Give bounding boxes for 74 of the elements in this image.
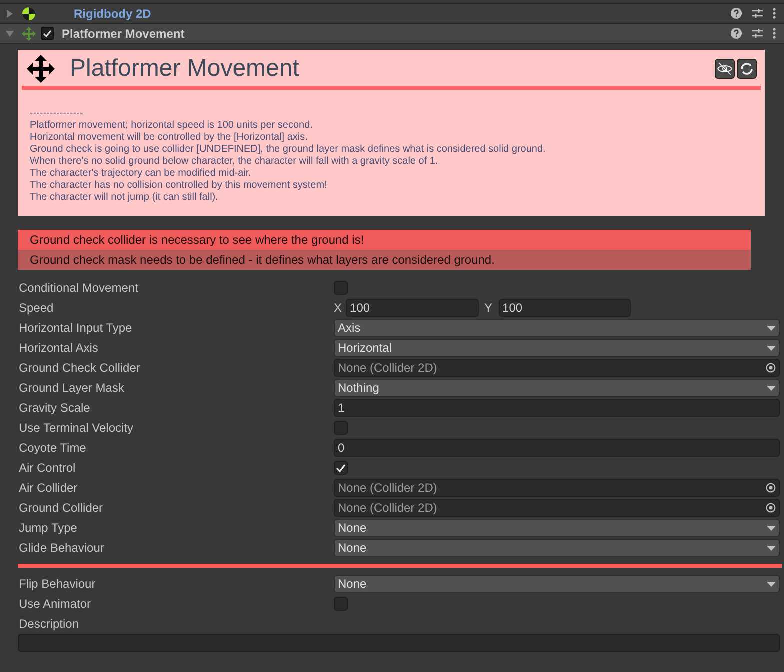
number-field[interactable]: 0: [334, 439, 780, 457]
dropdown-caret-icon: [767, 326, 776, 330]
object-field[interactable]: None (Collider 2D): [334, 479, 780, 497]
description-line: Ground check is going to use collider [UNDEFINED], the ground layer mask defines what is considered solid ground.: [30, 144, 547, 156]
object-field[interactable]: None (Collider 2D): [334, 499, 780, 517]
checkbox[interactable]: [334, 461, 348, 475]
crossed-eye-icon: [717, 62, 733, 76]
enable-checkbox[interactable]: [41, 27, 54, 40]
property-label: Horizontal Axis: [19, 340, 100, 357]
axis-label: Y: [484, 300, 493, 317]
dropdown[interactable]: None: [334, 539, 780, 557]
component-title: Platformer Movement: [62, 26, 185, 42]
property-label: Air Control: [19, 460, 77, 477]
description-line: The character will not jump (it can still fall).: [30, 192, 220, 204]
property-label: Air Collider: [19, 480, 79, 497]
more-options-icon[interactable]: [773, 28, 776, 39]
help-icon[interactable]: [731, 28, 742, 39]
component-header[interactable]: Platformer Movement: [0, 23, 784, 43]
description-line: When there's no solid ground below character, the character will fall with a gravity scale of 1.: [30, 156, 440, 168]
hide-button[interactable]: [715, 59, 735, 79]
object-picker-icon[interactable]: [766, 363, 776, 373]
property-label: Coyote Time: [19, 440, 88, 457]
description-line: ----------------: [30, 108, 84, 120]
description-line: Horizontal movement will be controlled by the [Horizontal] axis.: [30, 132, 309, 144]
refresh-button[interactable]: [737, 59, 757, 79]
property-label: Ground Check Collider: [19, 360, 142, 377]
collapsed-triangle-icon[interactable]: [6, 10, 14, 18]
axis-label: X: [334, 300, 342, 317]
description-line: The character has no collision controlled by this movement system!: [30, 180, 328, 192]
checkbox[interactable]: [334, 281, 348, 295]
number-field[interactable]: 100: [498, 299, 631, 317]
description-field[interactable]: [18, 634, 780, 652]
property-label: Speed: [19, 300, 55, 317]
dropdown[interactable]: Nothing: [334, 379, 780, 397]
object-field[interactable]: None (Collider 2D): [334, 359, 780, 377]
dropdown-caret-icon: [767, 386, 776, 390]
checkbox[interactable]: [334, 597, 348, 611]
property-label: Horizontal Input Type: [19, 320, 134, 337]
description-line: Platformer movement; horizontal speed is 100 units per second.: [30, 120, 314, 132]
property-label: Glide Behaviour: [19, 540, 106, 557]
more-options-icon[interactable]: [773, 8, 776, 19]
property-label: Description: [19, 616, 80, 633]
dropdown[interactable]: None: [334, 519, 780, 537]
error-message: Ground check collider is necessary to see where the ground is!: [18, 230, 751, 250]
number-field[interactable]: 1: [334, 399, 780, 417]
help-icon[interactable]: [731, 8, 742, 19]
dropdown-caret-icon: [767, 346, 776, 350]
property-label: Use Animator: [19, 596, 92, 613]
dropdown[interactable]: Horizontal: [334, 339, 780, 357]
move-arrows-icon: [22, 26, 36, 40]
refresh-icon: [740, 62, 754, 76]
property-label: Flip Behaviour: [19, 576, 97, 593]
description-line: The character's trajectory can be modified mid-air.: [30, 168, 252, 180]
circle-quadrant-icon: [22, 6, 36, 20]
dropdown-caret-icon: [767, 526, 776, 530]
move-arrows-icon: [26, 54, 56, 84]
sliders-icon[interactable]: [752, 8, 763, 19]
dropdown[interactable]: None: [334, 575, 780, 593]
error-message: Ground check mask needs to be defined - it defines what layers are considered ground.: [18, 250, 751, 270]
number-field[interactable]: 100: [346, 299, 478, 317]
property-label: Conditional Movement: [19, 280, 140, 297]
dropdown[interactable]: Axis: [334, 319, 780, 337]
dropdown-caret-icon: [767, 582, 776, 586]
property-label: Gravity Scale: [19, 400, 92, 417]
checkbox[interactable]: [334, 421, 348, 435]
sliders-icon[interactable]: [752, 28, 763, 39]
property-label: Use Terminal Velocity: [19, 420, 134, 437]
panel-title: Platformer Movement: [70, 54, 300, 84]
dropdown-caret-icon: [767, 546, 776, 550]
property-label: Jump Type: [19, 520, 78, 537]
component-title: Rigidbody 2D: [74, 6, 152, 22]
component-header[interactable]: Rigidbody 2D: [0, 3, 784, 23]
property-label: Ground Collider: [19, 500, 104, 517]
property-label: Ground Layer Mask: [19, 380, 126, 397]
